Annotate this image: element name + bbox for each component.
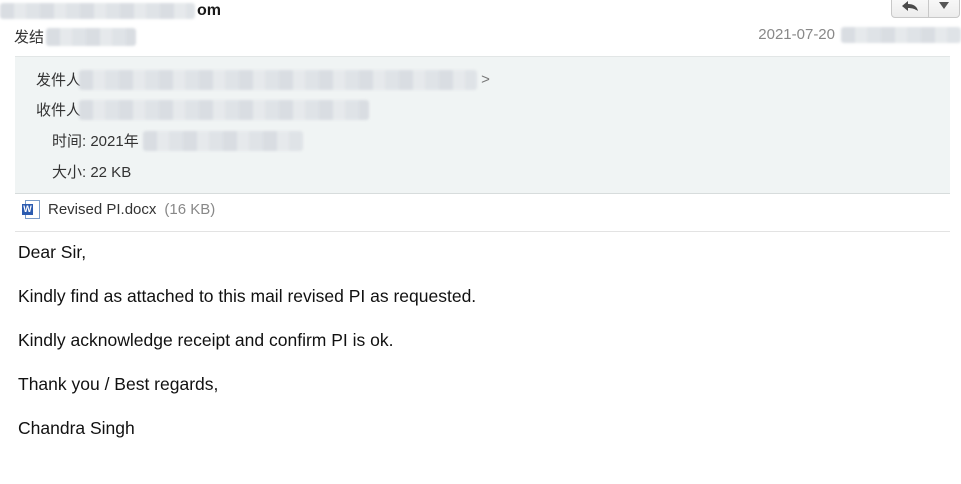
- size-label: 大小: 22 KB: [52, 164, 132, 181]
- subject-line: om: [0, 0, 221, 22]
- redacted-sender: [46, 27, 137, 46]
- reply-icon: [902, 1, 918, 11]
- message-body: Dear Sir, Kindly find as attached to thi…: [18, 240, 476, 460]
- chevron-down-icon: [939, 2, 949, 9]
- from-row: 发件人: >: [36, 69, 490, 90]
- body-line: Kindly acknowledge receipt and confirm P…: [18, 330, 394, 350]
- more-actions-button[interactable]: [928, 0, 959, 17]
- time-row: 时间: 2021年: [52, 130, 303, 151]
- date-text: 2021-07-20: [758, 26, 835, 43]
- sender-prefix: 发结: [14, 29, 45, 46]
- to-label: 收件人:: [36, 102, 86, 119]
- word-document-icon: W: [22, 200, 40, 219]
- message-details-panel: 发件人: > 收件人: 时间: 2021年 大小: 22 KB: [15, 56, 950, 194]
- redacted-from-address[interactable]: [79, 69, 478, 90]
- redacted-subject: [0, 3, 195, 19]
- redacted-to-address[interactable]: [79, 99, 370, 120]
- from-label: 发件人:: [36, 72, 86, 89]
- body-line: Dear Sir,: [18, 242, 87, 262]
- reply-button[interactable]: [892, 0, 928, 17]
- divider: [15, 231, 950, 232]
- time-label: 时间: 2021年: [52, 133, 139, 150]
- to-row: 收件人:: [36, 99, 370, 120]
- attachment-name[interactable]: Revised PI.docx: [48, 201, 156, 218]
- subject-suffix: om: [197, 2, 221, 19]
- from-suffix: >: [481, 71, 490, 88]
- message-title-bar: om 发结 2021-07-20: [0, 0, 961, 56]
- sender-summary[interactable]: 发结: [14, 26, 137, 47]
- message-actions: [891, 0, 960, 18]
- attachment-item[interactable]: W Revised PI.docx (16 KB): [22, 200, 216, 219]
- redacted-time: [841, 26, 961, 43]
- attachment-size: (16 KB): [164, 200, 216, 218]
- body-line: Chandra Singh: [18, 418, 135, 438]
- body-line: Kindly find as attached to this mail rev…: [18, 286, 477, 306]
- message-date: 2021-07-20: [758, 26, 961, 43]
- size-row: 大小: 22 KB: [52, 161, 131, 182]
- body-line: Thank you / Best regards,: [18, 374, 219, 394]
- redacted-time-value: [142, 130, 303, 151]
